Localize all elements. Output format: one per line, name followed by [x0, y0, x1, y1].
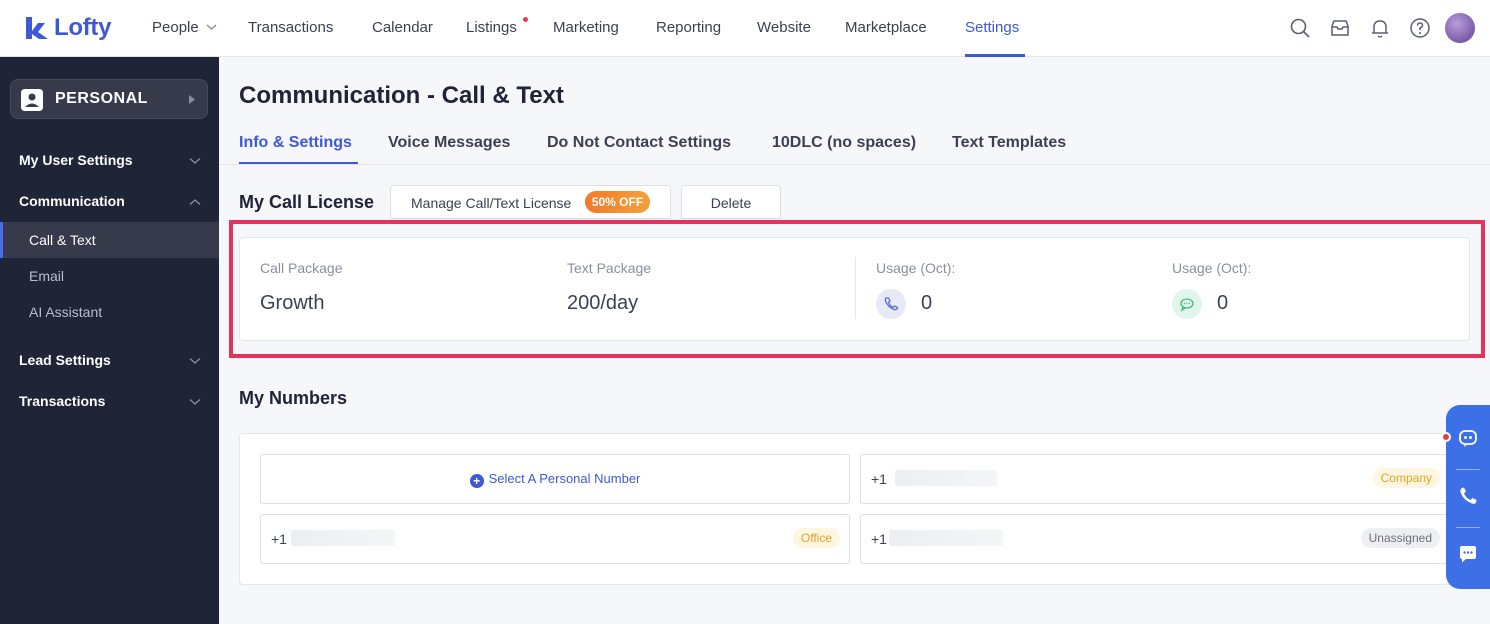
number-prefix: +1 — [271, 531, 287, 547]
sidebar-group-my-user-settings[interactable]: My User Settings — [19, 152, 133, 168]
redacted-number — [889, 530, 1003, 546]
nav-item-website[interactable]: Website — [757, 18, 811, 38]
chat-bot-icon[interactable] — [1457, 427, 1479, 449]
tab-10dlc[interactable]: 10DLC (no spaces) — [772, 134, 916, 152]
chevron-down-icon[interactable] — [189, 357, 201, 365]
nav-item-people[interactable]: People — [152, 18, 199, 38]
select-number-label: Select A Personal Number — [488, 471, 641, 486]
number-item-company[interactable]: +1 Company — [860, 454, 1450, 504]
page-title: Communication - Call & Text — [239, 82, 564, 109]
chevron-right-icon — [189, 95, 195, 104]
tab-text-templates[interactable]: Text Templates — [952, 134, 1066, 152]
top-navigation: Lofty People Transactions Calendar Listi… — [0, 0, 1490, 57]
search-icon[interactable] — [1289, 17, 1311, 39]
call-license-title: My Call License — [239, 192, 375, 212]
dock-divider — [1456, 469, 1480, 470]
phone-icon[interactable] — [1457, 485, 1479, 507]
message-icon[interactable] — [1457, 543, 1479, 565]
redacted-number — [291, 530, 395, 546]
logo[interactable]: Lofty — [24, 14, 111, 42]
notification-dot — [523, 17, 528, 22]
number-item-unassigned[interactable]: +1 Unassigned — [860, 514, 1450, 564]
workspace-label: PERSONAL — [55, 90, 148, 107]
number-tag-company: Company — [1372, 468, 1440, 488]
sidebar-group-transactions[interactable]: Transactions — [19, 393, 105, 409]
bell-icon[interactable] — [1369, 17, 1391, 39]
avatar[interactable] — [1445, 13, 1475, 43]
nav-item-reporting[interactable]: Reporting — [656, 18, 721, 38]
plus-circle-icon: + — [469, 474, 484, 488]
nav-item-marketplace[interactable]: Marketplace — [845, 18, 927, 38]
tabs-divider — [219, 164, 1490, 165]
chevron-down-icon[interactable] — [189, 157, 201, 165]
nav-item-listings[interactable]: Listings — [466, 18, 517, 38]
discount-badge: 50% OFF — [585, 191, 650, 213]
tab-info-settings[interactable]: Info & Settings — [239, 134, 352, 152]
nav-item-settings[interactable]: Settings — [965, 18, 1019, 38]
sidebar-item-email[interactable]: Email — [0, 258, 219, 294]
chevron-down-icon[interactable] — [189, 398, 201, 406]
notification-dot — [1441, 432, 1451, 442]
logo-text: Lofty — [54, 14, 112, 41]
sidebar-group-lead-settings[interactable]: Lead Settings — [19, 352, 111, 368]
my-numbers-title: My Numbers — [239, 388, 348, 408]
help-icon[interactable] — [1409, 17, 1431, 39]
highlight-box — [229, 220, 1485, 358]
tab-do-not-contact-settings[interactable]: Do Not Contact Settings — [547, 134, 731, 152]
inbox-icon[interactable] — [1329, 17, 1351, 39]
number-tag-office: Office — [792, 528, 840, 548]
number-prefix: +1 — [871, 471, 887, 487]
chevron-up-icon[interactable] — [189, 198, 201, 206]
number-prefix: +1 — [871, 531, 887, 547]
sidebar-item-ai-assistant[interactable]: AI Assistant — [0, 294, 219, 330]
number-tag-unassigned: Unassigned — [1360, 528, 1440, 548]
nav-item-marketing[interactable]: Marketing — [553, 18, 619, 38]
tab-voice-messages[interactable]: Voice Messages — [388, 134, 510, 152]
sidebar-group-communication[interactable]: Communication — [19, 193, 125, 209]
redacted-number — [895, 470, 997, 486]
select-number-row: + Select A Personal Number — [261, 471, 849, 488]
dock-divider — [1456, 527, 1480, 528]
chevron-down-icon — [206, 24, 217, 30]
active-tab-indicator — [239, 162, 358, 164]
select-number-button[interactable]: + Select A Personal Number — [260, 454, 850, 504]
number-item-office[interactable]: +1 Office — [260, 514, 850, 564]
floating-dock — [1446, 405, 1490, 589]
sidebar: PERSONAL My User Settings Communication … — [0, 57, 219, 624]
lofty-logo-icon — [26, 17, 48, 39]
user-icon — [21, 89, 43, 111]
sidebar-item-call-and-text[interactable]: Call & Text — [0, 222, 219, 258]
nav-item-transactions[interactable]: Transactions — [248, 18, 333, 38]
delete-button[interactable]: Delete — [681, 185, 781, 219]
active-nav-indicator — [965, 54, 1025, 57]
nav-item-calendar[interactable]: Calendar — [372, 18, 433, 38]
manage-license-label: Manage Call/Text License — [411, 195, 572, 211]
workspace-switcher[interactable]: PERSONAL — [10, 79, 208, 119]
